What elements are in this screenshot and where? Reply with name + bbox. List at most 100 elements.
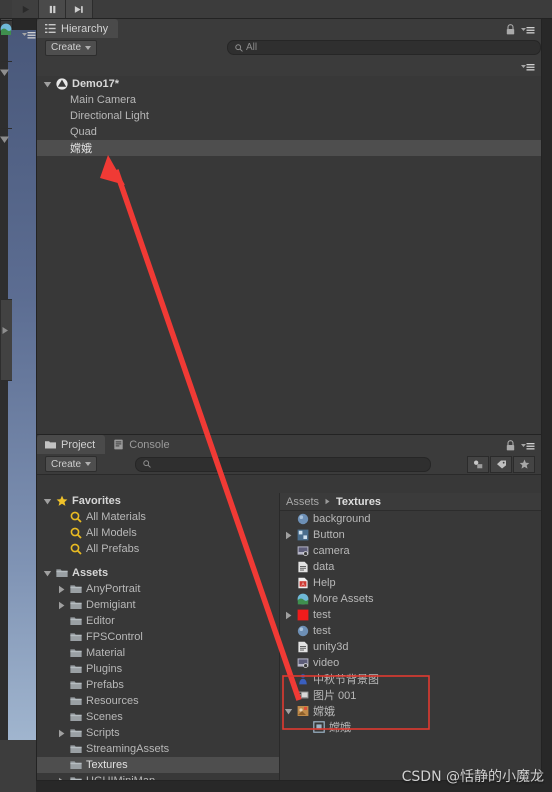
project-tree-item-label: Assets bbox=[72, 567, 109, 579]
project-split: Favorites All Materials All Models All Pref… bbox=[37, 493, 541, 780]
project-tree-item[interactable]: AnyPortrait bbox=[37, 581, 279, 597]
hierarchy-item[interactable]: Directional Light bbox=[37, 108, 541, 124]
favorite-filter-icon[interactable] bbox=[513, 455, 535, 473]
chevron-down-icon[interactable] bbox=[43, 80, 52, 89]
asset-item[interactable]: Button bbox=[280, 527, 541, 543]
project-tree-pane[interactable]: Favorites All Materials All Models All Pref… bbox=[37, 493, 280, 780]
asset-item[interactable]: video bbox=[280, 655, 541, 671]
console-icon bbox=[114, 439, 123, 450]
project-tree-item[interactable]: Demigiant bbox=[37, 597, 279, 613]
play-button[interactable] bbox=[12, 0, 39, 18]
project-tree-item[interactable]: Material bbox=[37, 645, 279, 661]
tab-hierarchy[interactable]: Hierarchy bbox=[37, 19, 119, 38]
project-tree-item[interactable]: Textures bbox=[37, 757, 279, 773]
chevron-down-icon[interactable] bbox=[0, 135, 10, 144]
project-tree-item[interactable]: Plugins bbox=[37, 661, 279, 677]
tag-icon bbox=[496, 460, 506, 468]
pause-button[interactable] bbox=[39, 0, 66, 18]
asset-item[interactable]: 嫦娥 bbox=[280, 719, 541, 735]
asset-item-label: background bbox=[313, 513, 371, 525]
tab-project[interactable]: Project bbox=[37, 435, 106, 454]
scene-view-menu-button[interactable] bbox=[22, 30, 36, 40]
project-tree-item[interactable]: StreamingAssets bbox=[37, 741, 279, 757]
project-tree-item[interactable]: UGUIMiniMap bbox=[37, 773, 279, 780]
film-icon bbox=[297, 691, 309, 699]
project-tree-item[interactable]: Prefabs bbox=[37, 677, 279, 693]
project-tree-item[interactable]: Favorites bbox=[37, 493, 279, 509]
project-tree-item[interactable]: Editor bbox=[37, 613, 279, 629]
chevron-down-icon bbox=[85, 462, 92, 466]
project-tree-item[interactable]: All Materials bbox=[37, 509, 279, 525]
chevron-down-icon[interactable] bbox=[284, 707, 293, 716]
tab-hierarchy-label: Hierarchy bbox=[61, 22, 109, 35]
step-button[interactable] bbox=[66, 0, 93, 18]
asset-item-label: Help bbox=[313, 577, 336, 589]
asset-item[interactable]: data bbox=[280, 559, 541, 575]
label-filter-icon[interactable] bbox=[490, 455, 512, 473]
asset-item[interactable]: 图片 001 bbox=[280, 687, 541, 703]
asset-item[interactable]: More Assets bbox=[280, 591, 541, 607]
hierarchy-search-input[interactable]: All bbox=[227, 40, 541, 55]
asset-item[interactable]: 中秋节背景图 bbox=[280, 671, 541, 687]
hierarchy-options-icon[interactable] bbox=[521, 25, 535, 35]
project-tree-item-label: UGUIMiniMap bbox=[86, 775, 155, 780]
project-search-input[interactable] bbox=[135, 456, 432, 472]
project-options-icon[interactable] bbox=[521, 441, 535, 451]
globe-icon bbox=[297, 593, 309, 605]
project-tree-item[interactable]: Assets bbox=[37, 565, 279, 581]
project-tree-item[interactable]: Resources bbox=[37, 693, 279, 709]
project-tree-item[interactable]: All Models bbox=[37, 525, 279, 541]
breadcrumb-current: Textures bbox=[336, 495, 382, 508]
chevron-right-icon[interactable] bbox=[284, 531, 293, 540]
project-tree-item[interactable]: Scenes bbox=[37, 709, 279, 725]
tab-console[interactable]: Console bbox=[105, 435, 179, 454]
project-assets-pane[interactable]: Assets Textures background Button camera da… bbox=[280, 493, 541, 780]
search-icon bbox=[70, 543, 82, 555]
filter-shapes-icon bbox=[473, 460, 482, 468]
chevron-right-icon[interactable] bbox=[1, 326, 9, 335]
chevron-right-icon[interactable] bbox=[284, 611, 293, 620]
hierarchy-item[interactable]: Quad bbox=[37, 124, 541, 140]
chevron-down-icon[interactable] bbox=[0, 68, 10, 77]
lock-icon[interactable] bbox=[506, 24, 515, 35]
sphere-icon bbox=[297, 625, 309, 637]
project-tree-item[interactable]: All Prefabs bbox=[37, 541, 279, 557]
folder-icon bbox=[45, 441, 56, 449]
asset-item[interactable]: test bbox=[280, 623, 541, 639]
chevron-right-icon[interactable] bbox=[57, 585, 66, 594]
hierarchy-list[interactable]: Demo17* Main Camera Directional Light Quad 嫦… bbox=[37, 76, 541, 435]
chevron-down-icon[interactable] bbox=[43, 497, 52, 506]
hierarchy-sort-icon[interactable] bbox=[521, 62, 535, 72]
chevron-right-icon[interactable] bbox=[57, 601, 66, 610]
hierarchy-create-button[interactable]: Create bbox=[45, 39, 98, 56]
breadcrumb-root[interactable]: Assets bbox=[286, 496, 319, 508]
project-tree-item-label: Demigiant bbox=[86, 599, 136, 611]
main-toolbar bbox=[0, 0, 552, 19]
project-tree-item[interactable]: FPSControl bbox=[37, 629, 279, 645]
hierarchy-item[interactable]: Demo17* bbox=[37, 76, 541, 92]
chevron-right-icon[interactable] bbox=[57, 777, 66, 781]
asset-item[interactable]: camera bbox=[280, 543, 541, 559]
asset-item[interactable]: unity3d bbox=[280, 639, 541, 655]
pause-icon bbox=[49, 5, 55, 13]
folder-icon bbox=[70, 601, 82, 609]
asset-list[interactable]: background Button camera data A Help More Asse… bbox=[280, 511, 541, 735]
asset-item[interactable]: background bbox=[280, 511, 541, 527]
project-lock-icon[interactable] bbox=[506, 440, 515, 451]
project-toolbar: Create bbox=[37, 454, 541, 475]
project-tree-item-label: Favorites bbox=[72, 495, 121, 507]
asset-item[interactable]: 嫦娥 bbox=[280, 703, 541, 719]
folder-icon bbox=[70, 697, 82, 705]
asset-item[interactable]: A Help bbox=[280, 575, 541, 591]
chevron-right-icon[interactable] bbox=[57, 729, 66, 738]
project-create-button[interactable]: Create bbox=[45, 456, 98, 472]
image-icon bbox=[297, 546, 309, 557]
inspector-section-2 bbox=[0, 129, 12, 300]
hierarchy-item[interactable]: Main Camera bbox=[37, 92, 541, 108]
chevron-down-icon[interactable] bbox=[43, 569, 52, 578]
hierarchy-item[interactable]: 嫦娥 bbox=[37, 140, 541, 156]
asset-item[interactable]: test bbox=[280, 607, 541, 623]
folder-icon bbox=[70, 761, 82, 769]
asset-type-filter-icon[interactable] bbox=[467, 455, 489, 473]
project-tree-item[interactable]: Scripts bbox=[37, 725, 279, 741]
